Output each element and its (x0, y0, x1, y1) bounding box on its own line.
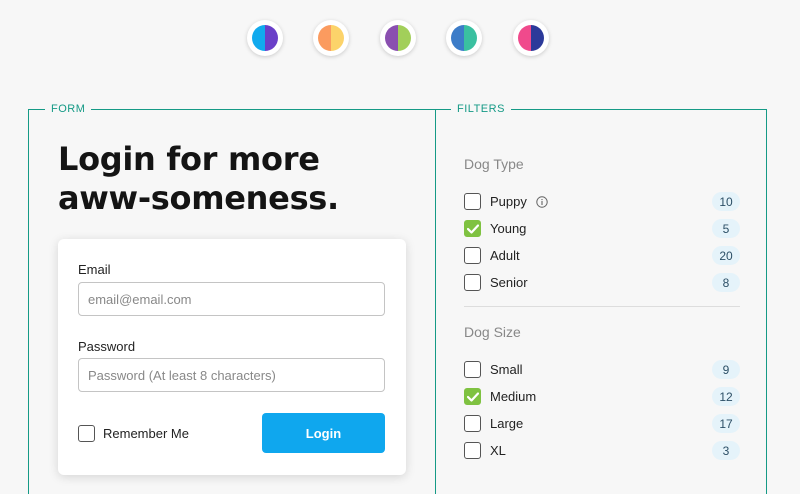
theme-swatch-blue-teal[interactable] (446, 20, 482, 56)
option-label: Young (490, 221, 527, 236)
option-label: Small (490, 362, 523, 377)
filter-option-large[interactable]: Large 17 (464, 410, 740, 437)
email-field[interactable] (78, 282, 385, 316)
option-label: Adult (490, 248, 520, 263)
checkbox[interactable] (464, 193, 481, 210)
count-badge: 8 (712, 273, 740, 292)
option-label: Puppy (490, 194, 527, 209)
login-title: Login for more aww-someness. (58, 140, 339, 217)
info-icon[interactable] (536, 195, 548, 208)
login-card: Email Password Remember Me Login (58, 239, 406, 475)
checkbox[interactable] (464, 442, 481, 459)
count-badge: 12 (712, 387, 740, 406)
count-badge: 17 (712, 414, 740, 433)
remember-me[interactable]: Remember Me (78, 425, 189, 442)
filter-option-young[interactable]: Young 5 (464, 215, 740, 242)
password-label: Password (78, 339, 136, 354)
dog-type-title: Dog Type (464, 156, 524, 172)
filter-option-xl[interactable]: XL 3 (464, 437, 740, 464)
option-label: XL (490, 443, 506, 458)
remember-me-label: Remember Me (103, 426, 189, 441)
filter-option-medium[interactable]: Medium 12 (464, 383, 740, 410)
theme-switcher (0, 20, 800, 60)
divider (464, 306, 740, 307)
count-badge: 5 (712, 219, 740, 238)
filter-option-small[interactable]: Small 9 (464, 356, 740, 383)
filter-option-adult[interactable]: Adult 20 (464, 242, 740, 269)
checkmark-icon (466, 223, 479, 234)
filter-option-senior[interactable]: Senior 8 (464, 269, 740, 296)
option-label: Large (490, 416, 524, 431)
checkbox[interactable] (464, 388, 481, 405)
theme-swatch-pink-navy[interactable] (513, 20, 549, 56)
checkbox[interactable] (464, 274, 481, 291)
remember-me-checkbox[interactable] (78, 425, 95, 442)
count-badge: 3 (712, 441, 740, 460)
filter-option-puppy[interactable]: Puppy 10 (464, 188, 740, 215)
option-label: Senior (490, 275, 528, 290)
count-badge: 9 (712, 360, 740, 379)
theme-swatch-orange-yellow[interactable] (313, 20, 349, 56)
checkbox[interactable] (464, 415, 481, 432)
login-button[interactable]: Login (262, 413, 385, 453)
filters-panel: FILTERS Dog Type Puppy 10 Young 5 Adult … (435, 103, 767, 494)
option-label: Medium (490, 389, 537, 404)
form-panel: FORM Login for more aww-someness. Email … (28, 103, 436, 494)
checkmark-icon (466, 391, 479, 402)
checkbox[interactable] (464, 361, 481, 378)
count-badge: 10 (712, 192, 740, 211)
dog-size-title: Dog Size (464, 324, 521, 340)
dog-type-list: Puppy 10 Young 5 Adult 20 Senior 8 (464, 188, 740, 296)
checkbox[interactable] (464, 220, 481, 237)
checkbox[interactable] (464, 247, 481, 264)
theme-swatch-purple-green[interactable] (380, 20, 416, 56)
filters-legend: FILTERS (451, 103, 511, 116)
count-badge: 20 (712, 246, 740, 265)
password-field[interactable] (78, 358, 385, 392)
dog-size-list: Small 9 Medium 12 Large 17 XL 3 (464, 356, 740, 464)
form-legend: FORM (45, 103, 92, 116)
theme-swatch-blue-purple[interactable] (247, 20, 283, 56)
email-label: Email (78, 262, 111, 277)
